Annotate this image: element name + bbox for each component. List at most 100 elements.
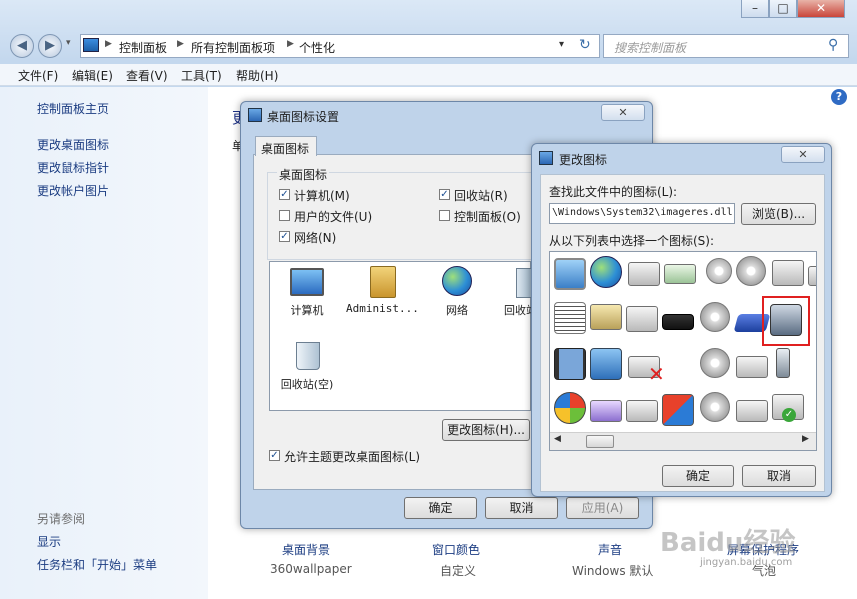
network-icon[interactable] bbox=[442, 266, 472, 296]
icon-label-recycle-full: 回收站 bbox=[504, 304, 532, 317]
picture-icon[interactable] bbox=[554, 258, 586, 290]
windows-drive-icon[interactable] bbox=[662, 394, 694, 426]
change-icon-close-button[interactable]: ✕ bbox=[781, 146, 825, 163]
checkbox-recycle-bin[interactable]: ✓ bbox=[439, 189, 450, 200]
label-user-files: 用户的文件(U) bbox=[294, 210, 373, 224]
tab-label: 桌面图标 bbox=[261, 142, 310, 156]
scanner-icon[interactable] bbox=[736, 356, 768, 378]
label-allow-theme: 允许主题更改桌面图标(L) bbox=[284, 450, 421, 464]
menu-help[interactable]: 帮助(H) bbox=[236, 67, 278, 84]
window-color-link[interactable]: 窗口颜色 bbox=[432, 541, 480, 558]
document-icon[interactable] bbox=[554, 302, 586, 334]
menu-edit[interactable]: 编辑(E) bbox=[72, 67, 113, 84]
browse-label: 浏览(B)... bbox=[751, 207, 806, 221]
sound-link[interactable]: 声音 bbox=[598, 541, 622, 558]
maximize-button[interactable]: □ bbox=[769, 0, 797, 18]
breadcrumb-3[interactable]: 个性化 bbox=[299, 39, 335, 56]
path-input[interactable]: \Windows\System32\imageres.dll bbox=[549, 203, 735, 224]
refresh-icon[interactable]: ↻ bbox=[579, 37, 591, 53]
link-taskbar-start[interactable]: 任务栏和「开始」菜单 bbox=[37, 556, 157, 573]
checkbox-network[interactable]: ✓ bbox=[279, 231, 290, 242]
browse-button[interactable]: 浏览(B)... bbox=[741, 203, 816, 225]
drive-icon[interactable] bbox=[628, 262, 660, 286]
find-label: 查找此文件中的图标(L): bbox=[549, 185, 678, 199]
checkbox-control-panel[interactable] bbox=[439, 210, 450, 221]
menu-tools[interactable]: 工具(T) bbox=[181, 67, 222, 84]
link-display[interactable]: 显示 bbox=[37, 533, 61, 550]
windows-logo-icon[interactable] bbox=[554, 392, 586, 424]
control-panel-icon bbox=[83, 38, 99, 52]
chip-icon[interactable] bbox=[662, 314, 694, 330]
help-icon[interactable]: ? bbox=[831, 89, 847, 105]
change-icon-cancel-button[interactable]: 取消 bbox=[742, 465, 816, 487]
network-drive-icon[interactable] bbox=[664, 264, 696, 284]
ok-label: 确定 bbox=[428, 501, 453, 515]
minimize-button[interactable]: – bbox=[741, 0, 769, 18]
dropdown-icon[interactable]: ▾ bbox=[559, 39, 564, 50]
more-icon[interactable] bbox=[808, 266, 816, 286]
label-control-panel: 控制面板(O) bbox=[454, 210, 521, 224]
group-label: 桌面图标 bbox=[277, 166, 330, 183]
icon-label-network: 网络 bbox=[446, 304, 468, 317]
window-color-sub: 自定义 bbox=[440, 564, 477, 578]
ok-button[interactable]: 确定 bbox=[404, 497, 477, 519]
address-bar[interactable]: ▶ 控制面板 ▶ 所有控制面板项 ▶ 个性化 ▾ ↻ bbox=[80, 34, 600, 58]
change-icon-ok-button[interactable]: 确定 bbox=[662, 465, 734, 487]
camcorder-icon[interactable] bbox=[770, 304, 802, 336]
recycle-bin-full-icon[interactable] bbox=[516, 268, 532, 298]
disc-drive-icon[interactable] bbox=[626, 306, 658, 332]
watermark-url: jingyan.baidu.com bbox=[700, 557, 793, 568]
printer-icon[interactable] bbox=[772, 260, 804, 286]
menu-view[interactable]: 查看(V) bbox=[126, 67, 168, 84]
forward-button[interactable]: ▶ bbox=[38, 34, 62, 58]
dvd-ram-icon[interactable] bbox=[700, 348, 730, 378]
change-icon-button[interactable]: 更改图标(H)... bbox=[442, 419, 530, 441]
network-globe-icon[interactable] bbox=[590, 256, 622, 288]
breadcrumb-2[interactable]: 所有控制面板项 bbox=[191, 39, 275, 56]
dvd-drive-icon[interactable] bbox=[700, 258, 732, 290]
menu-file[interactable]: 文件(F) bbox=[18, 67, 58, 84]
control-panel-grid-icon[interactable] bbox=[590, 348, 622, 380]
select-label: 从以下列表中选择一个图标(S): bbox=[549, 234, 715, 248]
phone-icon[interactable] bbox=[776, 348, 790, 378]
search-icon[interactable]: ⚲ bbox=[828, 37, 838, 53]
usb-drive-icon[interactable] bbox=[626, 400, 658, 422]
search-input[interactable]: 搜索控制面板 ⚲ bbox=[603, 34, 849, 58]
link-cp-home[interactable]: 控制面板主页 bbox=[37, 100, 109, 117]
floppy-drive-icon[interactable] bbox=[590, 400, 622, 422]
scroll-right-icon[interactable]: ▶ bbox=[802, 434, 809, 444]
apply-button[interactable]: 应用(A) bbox=[566, 497, 639, 519]
breadcrumb-1[interactable]: 控制面板 bbox=[119, 39, 167, 56]
close-button[interactable]: ✕ bbox=[797, 0, 845, 18]
icon-label-recycle-empty: 回收站(空) bbox=[280, 378, 334, 391]
dvd-rom-icon[interactable] bbox=[700, 392, 730, 422]
apply-label: 应用(A) bbox=[581, 501, 624, 515]
removable-drive-icon[interactable] bbox=[736, 400, 768, 422]
icon-label-computer: 计算机 bbox=[290, 304, 324, 317]
link-change-account-picture[interactable]: 更改帐户图片 bbox=[37, 182, 109, 199]
back-button[interactable]: ◀ bbox=[10, 34, 34, 58]
recent-pages-icon[interactable]: ▾ bbox=[66, 38, 71, 48]
folder-printer-icon[interactable] bbox=[590, 304, 622, 330]
icon-grid: ✕ ✓ ◀ ▶ bbox=[549, 251, 817, 451]
recycle-bin-empty-icon[interactable] bbox=[296, 342, 320, 370]
checkbox-user-files[interactable] bbox=[279, 210, 290, 221]
link-change-mouse-pointer[interactable]: 更改鼠标指针 bbox=[37, 159, 109, 176]
horizontal-scrollbar[interactable]: ◀ ▶ bbox=[550, 432, 816, 450]
dvd-rw-icon[interactable] bbox=[736, 256, 766, 286]
desktop-background-link[interactable]: 桌面背景 bbox=[282, 541, 330, 558]
dialog-close-button[interactable]: ✕ bbox=[601, 104, 645, 121]
scroll-thumb[interactable] bbox=[586, 435, 614, 448]
link-change-desktop-icons[interactable]: 更改桌面图标 bbox=[37, 136, 109, 153]
checkbox-computer[interactable]: ✓ bbox=[279, 189, 290, 200]
scroll-left-icon[interactable]: ◀ bbox=[554, 434, 561, 444]
user-folder-icon[interactable] bbox=[370, 266, 396, 298]
tab-desktop-icons[interactable]: 桌面图标 bbox=[255, 136, 317, 156]
dvd-r-icon[interactable] bbox=[700, 302, 730, 332]
menu-bar: 文件(F) 编辑(E) 查看(V) 工具(T) 帮助(H) bbox=[0, 64, 857, 86]
checkbox-allow-theme[interactable]: ✓ bbox=[269, 450, 280, 461]
cancel-button[interactable]: 取消 bbox=[485, 497, 558, 519]
film-icon[interactable] bbox=[554, 348, 586, 380]
computer-icon[interactable] bbox=[290, 268, 324, 296]
change-icon-ok-label: 确定 bbox=[685, 469, 710, 483]
